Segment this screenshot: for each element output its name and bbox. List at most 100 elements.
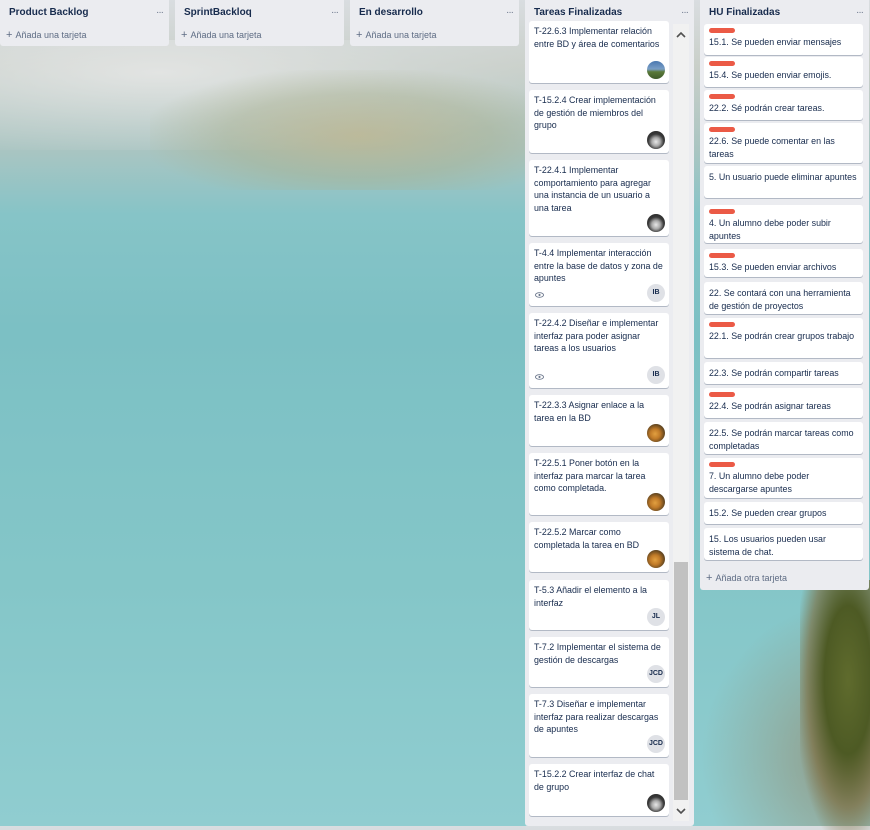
card-title: 22.2. Sé podrán crear tareas. (709, 103, 825, 113)
card-title: 15.4. Se pueden enviar emojis. (709, 70, 832, 80)
card-user-story[interactable]: 4. Un alumno debe poder subir apuntes (704, 205, 863, 243)
avatar-dog-photo[interactable] (647, 493, 665, 511)
card-user-story[interactable]: 22.2. Sé podrán crear tareas. (704, 90, 863, 120)
plus-icon: + (706, 571, 713, 584)
card-user-story[interactable]: 22.6. Se puede comentar en las tareas (704, 123, 863, 163)
card-title: 22.6. Se puede comentar en las tareas (709, 136, 835, 159)
card-title: T-15.2.2 Crear interfaz de chat de grupo (534, 769, 655, 792)
plus-icon: + (356, 28, 363, 41)
list-hu-finalizadas: HU Finalizadas ··· 15.1. Se pueden envia… (700, 0, 869, 590)
card-title: 22.1. Se podrán crear grupos trabajo (709, 331, 855, 341)
card-title: 7. Un alumno debe poder descargarse apun… (709, 471, 810, 494)
card-title: 22.3. Se podrán compartir tareas (709, 368, 839, 378)
plus-icon: + (6, 28, 13, 41)
avatar-dog-photo[interactable] (647, 550, 665, 568)
card-task[interactable]: T-5.3 Añadir el elemento a la interfaz J… (529, 580, 669, 630)
list-scrollbar[interactable] (673, 24, 689, 821)
card-user-story[interactable]: 15. Los usuarios pueden usar sistema de … (704, 528, 863, 560)
card-user-story[interactable]: 15.2. Se pueden crear grupos (704, 502, 863, 524)
list-title[interactable]: Product Backlog (9, 7, 88, 18)
avatar-initials[interactable]: IB (647, 366, 665, 384)
card-user-story[interactable]: 22.3. Se podrán compartir tareas (704, 362, 863, 384)
add-card-button[interactable]: + Añada una tarjeta (175, 24, 344, 46)
card-user-story[interactable]: 22.1. Se podrán crear grupos trabajo (704, 318, 863, 358)
card-title: 15.1. Se pueden enviar mensajes (709, 37, 842, 47)
eye-icon (535, 374, 544, 380)
card-task[interactable]: T-15.2.2 Crear interfaz de chat de grupo (529, 764, 669, 816)
card-user-story[interactable]: 22.5. Se podrán marcar tareas como compl… (704, 422, 863, 454)
card-user-story[interactable]: 22. Se contará con una herramienta de ge… (704, 282, 863, 314)
card-user-story[interactable]: 7. Un alumno debe poder descargarse apun… (704, 458, 863, 498)
card-title: T-22.5.2 Marcar como completada la tarea… (534, 527, 640, 550)
list-title[interactable]: HU Finalizadas (709, 7, 780, 18)
avatar-landscape-photo[interactable] (647, 61, 665, 79)
list-title[interactable]: En desarrollo (359, 7, 423, 18)
avatar-cat-photo[interactable] (647, 131, 665, 149)
list-menu-button[interactable]: ··· (331, 7, 339, 18)
card-user-story[interactable]: 15.3. Se pueden enviar archivos (704, 249, 863, 277)
card-task[interactable]: T-22.6.3 Implementar relación entre BD y… (529, 21, 669, 83)
add-card-button[interactable]: + Añada otra tarjeta (700, 567, 793, 589)
background-tree (800, 580, 870, 830)
avatar-initials[interactable]: JL (647, 608, 665, 626)
add-card-button[interactable]: + Añada una tarjeta (0, 24, 169, 46)
card-label-red (709, 94, 735, 99)
card-title: 4. Un alumno debe poder subir apuntes (709, 218, 831, 241)
list-menu-button[interactable]: ··· (681, 7, 689, 18)
list-title[interactable]: SprintBackloq (184, 7, 252, 18)
card-title: T-4.4 Implementar interacción entre la b… (534, 248, 663, 284)
avatar-cat-photo[interactable] (647, 794, 665, 812)
avatar-dog-photo[interactable] (647, 424, 665, 442)
card-user-story[interactable]: 15.1. Se pueden enviar mensajes (704, 24, 863, 55)
card-label-red (709, 392, 735, 397)
list-sprint-backlog: SprintBackloq ··· + Añada una tarjeta (175, 0, 344, 46)
card-title: T-7.2 Implementar el sistema de gestión … (534, 642, 661, 665)
list-menu-button[interactable]: ··· (156, 7, 164, 18)
list-en-desarrollo: En desarrollo ··· + Añada una tarjeta (350, 0, 519, 46)
add-card-label: Añada otra tarjeta (715, 573, 787, 583)
card-task[interactable]: T-7.3 Diseñar e implementar interfaz par… (529, 694, 669, 757)
card-title: T-22.5.1 Poner botón en la interfaz para… (534, 458, 646, 494)
card-task[interactable]: T-22.5.2 Marcar como completada la tarea… (529, 522, 669, 572)
avatar-cat-photo[interactable] (647, 214, 665, 232)
card-label-red (709, 462, 735, 467)
chevron-down-icon[interactable] (673, 803, 689, 819)
card-title: T-22.4.2 Diseñar e implementar interfaz … (534, 318, 659, 354)
card-title: 15.3. Se pueden enviar archivos (709, 262, 837, 272)
card-task[interactable]: T-15.2.4 Crear implementación de gestión… (529, 90, 669, 153)
card-label-red (709, 61, 735, 66)
card-title: 5. Un usuario puede eliminar apuntes (709, 172, 857, 182)
card-task[interactable]: T-4.4 Implementar interacción entre la b… (529, 243, 669, 306)
avatar-initials[interactable]: JCD (647, 735, 665, 753)
avatar-initials[interactable]: JCD (647, 665, 665, 683)
card-task[interactable]: T-22.3.3 Asignar enlace a la tarea en la… (529, 395, 669, 446)
card-title: 22. Se contará con una herramienta de ge… (709, 288, 851, 311)
add-card-label: Añada una tarjeta (15, 30, 87, 40)
list-title[interactable]: Tareas Finalizadas (534, 7, 622, 18)
list-header: Product Backlog ··· (0, 0, 169, 24)
list-tareas-finalizadas: Tareas Finalizadas ··· T-22.6.3 Implemen… (525, 0, 694, 826)
card-task[interactable]: T-22.4.2 Diseñar e implementar interfaz … (529, 313, 669, 388)
card-user-story[interactable]: 5. Un usuario puede eliminar apuntes (704, 166, 863, 198)
card-title: 15. Los usuarios pueden usar sistema de … (709, 534, 826, 557)
avatar-initials[interactable]: IB (647, 284, 665, 302)
background-shore (150, 70, 530, 190)
list-header: SprintBackloq ··· (175, 0, 344, 24)
card-title: T-22.4.1 Implementar comportamiento para… (534, 165, 651, 213)
scrollbar-thumb[interactable] (674, 562, 688, 800)
card-user-story[interactable]: 15.4. Se pueden enviar emojis. (704, 57, 863, 87)
card-title: T-22.6.3 Implementar relación entre BD y… (534, 26, 660, 49)
card-task[interactable]: T-22.5.1 Poner botón en la interfaz para… (529, 453, 669, 515)
eye-icon (535, 292, 544, 298)
list-menu-button[interactable]: ··· (506, 7, 514, 18)
card-task[interactable]: T-22.4.1 Implementar comportamiento para… (529, 160, 669, 236)
add-card-button[interactable]: + Añada una tarjeta (350, 24, 519, 46)
card-task[interactable]: T-7.2 Implementar el sistema de gestión … (529, 637, 669, 687)
card-label-red (709, 253, 735, 258)
chevron-up-icon[interactable] (673, 26, 689, 42)
card-user-story[interactable]: 22.4. Se podrán asignar tareas (704, 388, 863, 418)
list-menu-button[interactable]: ··· (856, 7, 864, 18)
plus-icon: + (181, 28, 188, 41)
add-card-label: Añada una tarjeta (190, 30, 262, 40)
list-header: En desarrollo ··· (350, 0, 519, 24)
